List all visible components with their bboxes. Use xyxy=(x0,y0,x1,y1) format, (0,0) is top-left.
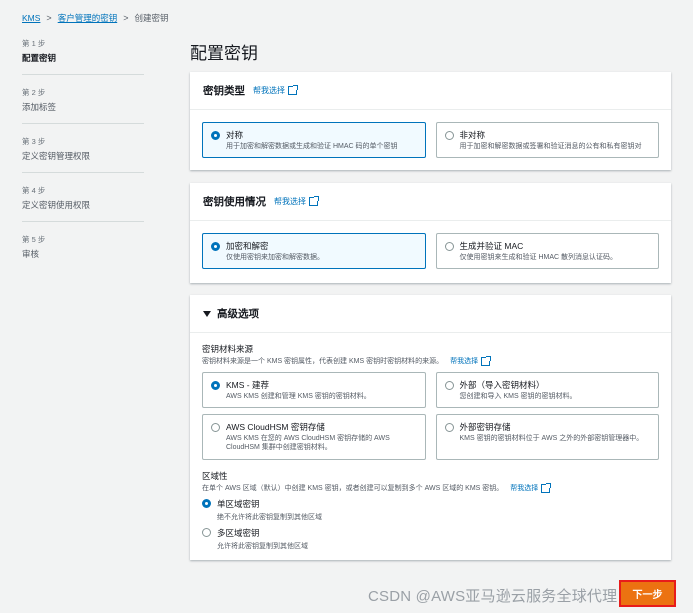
radio-selected-icon[interactable] xyxy=(202,499,211,508)
step-1: 第 1 步 配置密钥 xyxy=(22,38,144,75)
next-button[interactable]: 下一步 xyxy=(619,580,676,607)
page-title: 配置密钥 xyxy=(190,44,258,63)
breadcrumb-create-key: 创建密钥 xyxy=(134,13,169,23)
radio-unselected-icon[interactable] xyxy=(211,422,220,432)
option-title: 单区域密钥 xyxy=(217,499,260,509)
field-description-text: 密钥材料来源是一个 KMS 密钥属性，代表创建 KMS 密钥时密钥材料的来源。 xyxy=(202,358,444,365)
breadcrumb-separator: > xyxy=(46,13,52,23)
wizard-steps: 第 1 步 配置密钥 第 2 步 添加标签 第 3 步 定义密钥管理权限 第 4… xyxy=(22,38,144,282)
option-title: 外部密钥存储 xyxy=(459,422,511,432)
key-type-panel: 密钥类型 帮我选择 对称 用于加密和解密数据或生成和验证 HMAC 码的单个密钥… xyxy=(190,72,671,170)
key-usage-encrypt-decrypt-tile[interactable]: 加密和解密 仅使用密钥来加密和解密数据。 xyxy=(202,233,426,269)
help-link-label: 帮我选择 xyxy=(253,86,285,95)
key-usage-help-link[interactable]: 帮我选择 xyxy=(274,196,319,207)
origin-kms-tile[interactable]: KMS - 建荐 AWS KMS 创建和管理 KMS 密钥的密钥材料。 xyxy=(202,372,426,408)
step-name: 定义密钥管理权限 xyxy=(22,151,91,161)
step-number: 第 5 步 xyxy=(22,235,46,244)
radio-unselected-icon[interactable] xyxy=(202,528,211,537)
option-title: 生成并验证 MAC xyxy=(459,241,524,251)
breadcrumb: KMS > 客户管理的密钥 > 创建密钥 xyxy=(22,12,168,24)
key-material-origin-description: 密钥材料来源是一个 KMS 密钥属性，代表创建 KMS 密钥时密钥材料的来源。 … xyxy=(202,355,659,366)
option-description: AWS KMS 创建和管理 KMS 密钥的密钥材料。 xyxy=(226,393,371,400)
step-4: 第 4 步 定义密钥使用权限 xyxy=(22,185,144,222)
field-description-text: 在单个 AWS 区域（默认）中创建 KMS 密钥，或者创建可以复制到多个 AWS… xyxy=(202,485,504,492)
regionality-description: 在单个 AWS 区域（默认）中创建 KMS 密钥，或者创建可以复制到多个 AWS… xyxy=(202,482,659,493)
advanced-options-panel: 高级选项 密钥材料来源 密钥材料来源是一个 KMS 密钥属性，代表创建 KMS … xyxy=(190,295,671,560)
regionality-label: 区域性 xyxy=(202,471,228,481)
origin-options-row-2: AWS CloudHSM 密钥存储 AWS KMS 在您的 AWS CloudH… xyxy=(190,408,671,460)
breadcrumb-kms[interactable]: KMS xyxy=(22,13,40,23)
step-number: 第 4 步 xyxy=(22,186,46,195)
option-title: 多区域密钥 xyxy=(217,528,260,538)
key-type-symmetric-tile[interactable]: 对称 用于加密和解密数据或生成和验证 HMAC 码的单个密钥 xyxy=(202,122,426,158)
origin-cloudhsm-tile[interactable]: AWS CloudHSM 密钥存储 AWS KMS 在您的 AWS CloudH… xyxy=(202,414,426,460)
option-title: 外部（导入密钥材料） xyxy=(459,380,545,390)
origin-options-row-1: KMS - 建荐 AWS KMS 创建和管理 KMS 密钥的密钥材料。 外部（导… xyxy=(190,366,671,408)
step-name: 配置密钥 xyxy=(22,53,57,63)
help-link-label: 帮我选择 xyxy=(274,197,306,206)
option-title: 对称 xyxy=(226,130,244,140)
option-description: KMS 密钥的密钥材料位于 AWS 之外的外部密钥管理器中。 xyxy=(459,435,644,442)
origin-external-key-store-tile[interactable]: 外部密钥存储 KMS 密钥的密钥材料位于 AWS 之外的外部密钥管理器中。 xyxy=(435,414,659,460)
key-type-options: 对称 用于加密和解密数据或生成和验证 HMAC 码的单个密钥 非对称 用于加密和… xyxy=(190,110,671,158)
option-description: 您创建和导入 KMS 密钥的密钥材料。 xyxy=(459,393,577,400)
panel-header: 密钥类型 帮我选择 xyxy=(190,72,671,110)
key-usage-mac-tile[interactable]: 生成并验证 MAC 仅使用密钥来生成和验证 HMAC 散列消息认证码。 xyxy=(435,233,659,269)
key-type-help-link[interactable]: 帮我选择 xyxy=(253,85,298,96)
radio-unselected-icon[interactable] xyxy=(444,241,454,251)
step-name: 审核 xyxy=(22,249,40,259)
option-title: 加密和解密 xyxy=(226,241,269,251)
option-title: AWS CloudHSM 密钥存储 xyxy=(226,422,325,432)
breadcrumb-separator: > xyxy=(123,13,129,23)
advanced-options-heading: 高级选项 xyxy=(217,308,259,320)
option-title: 非对称 xyxy=(459,130,486,140)
option-description: 仅使用密钥来加密和解密数据。 xyxy=(226,254,324,261)
radio-unselected-icon[interactable] xyxy=(444,380,454,390)
region-help-link[interactable]: 帮我选择 xyxy=(510,482,552,493)
help-link-label: 帮我选择 xyxy=(510,485,539,492)
option-description: 仅使用密钥来生成和验证 HMAC 散列消息认证码。 xyxy=(459,254,618,261)
option-description: 允许将此密钥复制到其他区域 xyxy=(217,543,308,550)
step-3: 第 3 步 定义密钥管理权限 xyxy=(22,136,144,173)
step-5: 第 5 步 审核 xyxy=(22,234,144,270)
key-usage-options: 加密和解密 仅使用密钥来加密和解密数据。 生成并验证 MAC 仅使用密钥来生成和… xyxy=(190,221,671,269)
step-name: 定义密钥使用权限 xyxy=(22,200,91,210)
key-type-asymmetric-tile[interactable]: 非对称 用于加密和解密数据或签署和验证消息的公有和私有密钥对 xyxy=(435,122,659,158)
option-description: AWS KMS 在您的 AWS CloudHSM 密钥存储的 AWS Cloud… xyxy=(226,435,390,451)
option-title: KMS - 建荐 xyxy=(226,380,269,390)
help-link-label: 帮我选择 xyxy=(450,358,479,365)
external-link-icon xyxy=(541,482,552,493)
caret-down-icon xyxy=(203,310,211,317)
option-description: 用于加密和解密数据或生成和验证 HMAC 码的单个密钥 xyxy=(226,143,398,150)
advanced-options-toggle[interactable]: 高级选项 xyxy=(190,295,671,333)
origin-help-link[interactable]: 帮我选择 xyxy=(450,355,492,366)
step-number: 第 2 步 xyxy=(22,88,46,97)
multi-region-option[interactable]: 多区域密钥 允许将此密钥复制到其他区域 xyxy=(202,527,659,551)
radio-unselected-icon[interactable] xyxy=(444,422,454,432)
external-link-icon xyxy=(288,85,298,95)
panel-header: 密钥使用情况 帮我选择 xyxy=(190,183,671,221)
external-link-icon xyxy=(309,196,319,206)
step-name: 添加标签 xyxy=(22,102,57,112)
radio-unselected-icon[interactable] xyxy=(444,130,454,140)
radio-selected-icon[interactable] xyxy=(211,380,220,390)
option-description: 绝不允许将此密钥复制到其他区域 xyxy=(217,514,322,521)
step-number: 第 3 步 xyxy=(22,137,46,146)
step-2: 第 2 步 添加标签 xyxy=(22,87,144,124)
step-number: 第 1 步 xyxy=(22,39,46,48)
key-type-heading: 密钥类型 xyxy=(203,85,245,97)
breadcrumb-customer-managed-keys[interactable]: 客户管理的密钥 xyxy=(58,12,118,24)
watermark: CSDN @AWS亚马逊云服务全球代理 xyxy=(368,588,618,605)
external-link-icon xyxy=(481,355,492,366)
origin-external-tile[interactable]: 外部（导入密钥材料） 您创建和导入 KMS 密钥的密钥材料。 xyxy=(435,372,659,408)
key-usage-panel: 密钥使用情况 帮我选择 加密和解密 仅使用密钥来加密和解密数据。 生成并验证 M… xyxy=(190,183,671,283)
option-description: 用于加密和解密数据或签署和验证消息的公有和私有密钥对 xyxy=(459,143,642,150)
radio-selected-icon[interactable] xyxy=(211,241,220,251)
radio-selected-icon[interactable] xyxy=(211,130,220,140)
key-material-origin-label: 密钥材料来源 xyxy=(202,344,254,354)
single-region-option[interactable]: 单区域密钥 绝不允许将此密钥复制到其他区域 xyxy=(202,498,659,522)
key-usage-heading: 密钥使用情况 xyxy=(203,196,266,208)
